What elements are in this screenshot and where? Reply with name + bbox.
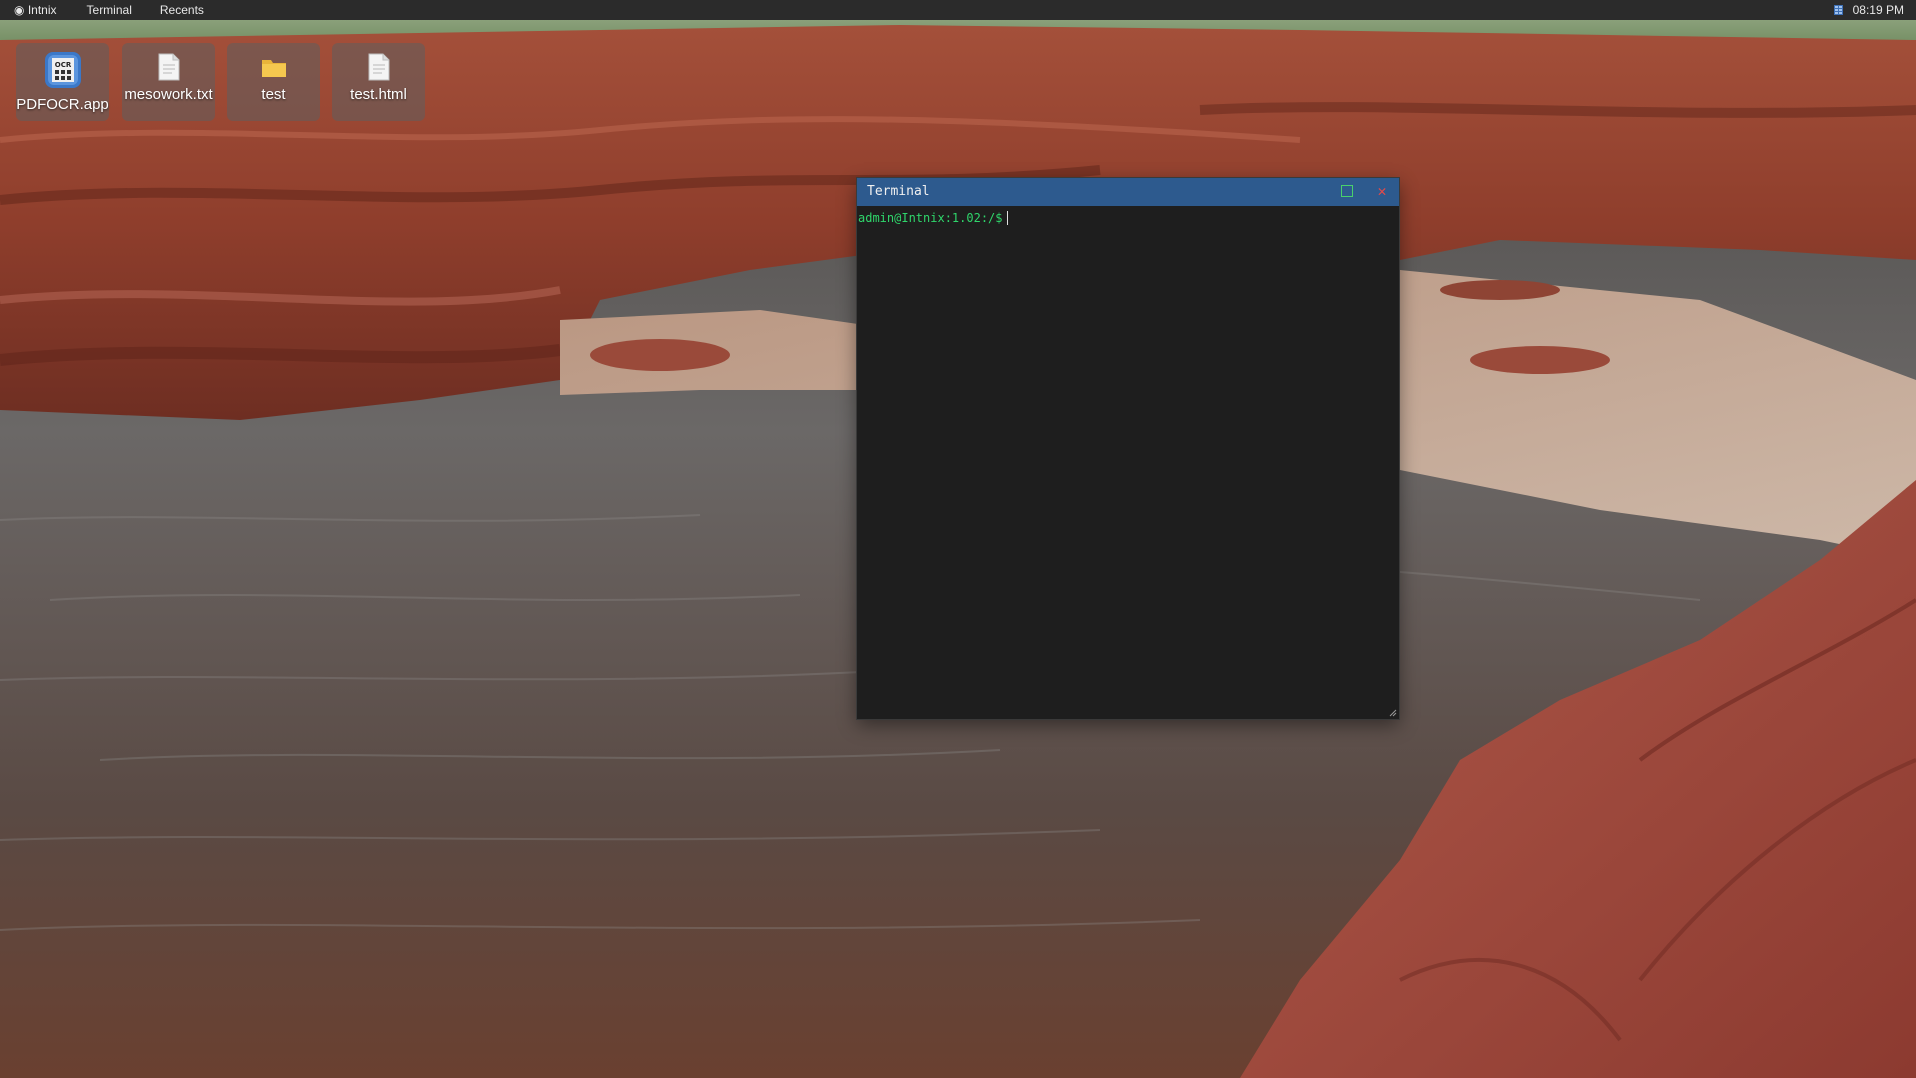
terminal-prompt-line: admin@Intnix:1.02:/$	[858, 211, 1008, 225]
top-menu-bar: ◉ Intnix Terminal Recents 08:19 PM	[0, 0, 1916, 20]
terminal-title: Terminal	[867, 184, 930, 199]
ocr-app-icon: OCR	[16, 51, 109, 89]
close-button[interactable]: ✕	[1373, 182, 1391, 200]
app-menu-label: Intnix	[27, 3, 57, 17]
clock[interactable]: 08:19 PM	[1853, 3, 1904, 17]
menu-recents[interactable]: Recents	[146, 0, 218, 20]
svg-text:OCR: OCR	[54, 61, 71, 69]
terminal-titlebar[interactable]: Terminal ✕	[857, 178, 1399, 206]
desktop-icon-label: PDFOCR.app	[16, 96, 109, 113]
desktop-icon-test-html[interactable]: test.html	[332, 43, 425, 121]
menu-terminal[interactable]: Terminal	[73, 0, 146, 20]
desktop-icon-mesowork[interactable]: mesowork.txt	[122, 43, 215, 121]
terminal-window[interactable]: Terminal ✕ admin@Intnix:1.02:/$	[857, 178, 1399, 719]
document-icon	[122, 53, 215, 81]
app-logo-icon: ◉	[14, 3, 25, 17]
desktop-icon-label: test.html	[350, 86, 407, 103]
document-icon	[332, 53, 425, 81]
folder-icon	[227, 53, 320, 81]
desktop-icon-test-folder[interactable]: test	[227, 43, 320, 121]
desktop[interactable]: ◉ Intnix Terminal Recents 08:19 PM OCR P…	[0, 0, 1916, 1078]
terminal-output[interactable]: admin@Intnix:1.02:/$	[857, 206, 1399, 719]
app-menu[interactable]: ◉ Intnix	[0, 0, 73, 20]
desktop-icon-label: test	[261, 86, 286, 103]
grid-icon[interactable]	[1833, 5, 1843, 15]
resize-grip-icon[interactable]	[1389, 709, 1397, 717]
desktop-icon-label: mesowork.txt	[124, 86, 213, 103]
text-cursor	[1006, 211, 1008, 225]
terminal-prompt: admin@Intnix:1.02:/$	[858, 211, 1003, 225]
maximize-button[interactable]	[1341, 185, 1353, 197]
desktop-icon-pdfocr[interactable]: OCR PDFOCR.app	[16, 43, 109, 121]
menubar-tray: 08:19 PM	[1833, 0, 1904, 20]
close-icon: ✕	[1377, 182, 1387, 200]
